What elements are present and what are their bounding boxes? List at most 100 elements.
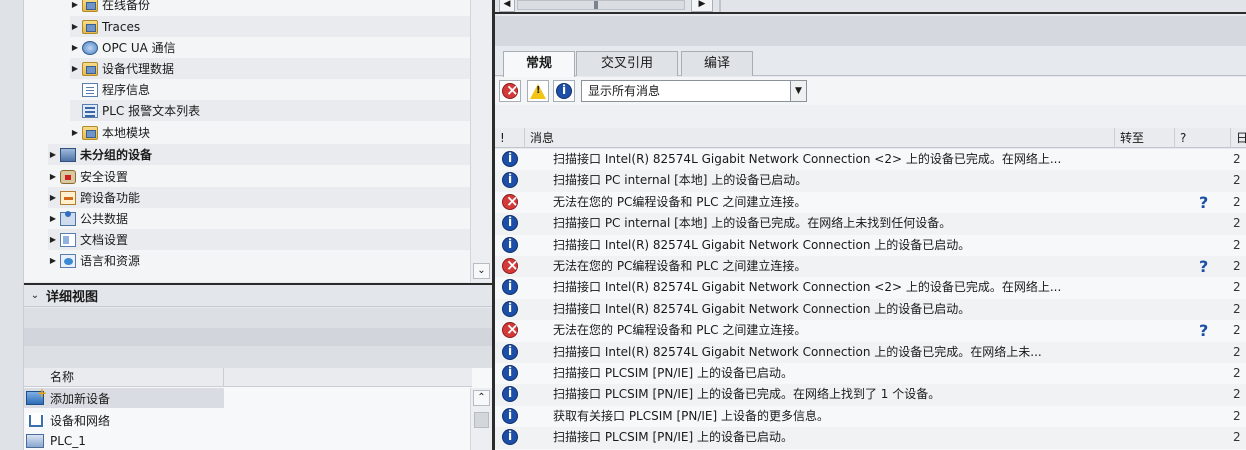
folder-icon <box>82 19 98 34</box>
scroll-up-button[interactable]: ⌃ <box>473 390 490 406</box>
message-date: 2 <box>1233 344 1241 359</box>
column-header-name[interactable]: 名称 <box>24 368 224 387</box>
detail-item-devices-networks[interactable]: 设备和网络 <box>24 410 472 430</box>
expand-arrow-icon[interactable]: ▶ <box>48 214 58 223</box>
detail-scrollbar[interactable]: ⌃ <box>470 388 492 450</box>
message-row[interactable]: 扫描接口 Intel(R) 82574L Gigabit Network Con… <box>495 235 1246 256</box>
message-date: 2 <box>1233 280 1241 295</box>
message-row[interactable]: 扫描接口 PC internal [本地] 上的设备已完成。在网络上未找到任何设… <box>495 213 1246 235</box>
column-header-help[interactable]: ? <box>1175 128 1231 148</box>
tree-item-online-backup[interactable]: ▶ 在线备份 <box>70 0 492 15</box>
horizontal-scrollbar[interactable] <box>517 0 685 10</box>
message-date: 2 <box>1233 430 1241 445</box>
detail-view-header[interactable]: ⌄ 详细视图 <box>24 283 492 307</box>
tree-item-common-data[interactable]: ▶ 公共数据 <box>48 208 472 229</box>
message-row[interactable]: 扫描接口 Intel(R) 82574L Gigabit Network Con… <box>495 277 1246 298</box>
tree-item-local-modules[interactable]: ▶ 本地模块 <box>70 122 492 143</box>
message-row[interactable]: 扫描接口 Intel(R) 82574L Gigabit Network Con… <box>495 298 1246 321</box>
right-top-scroll-strip: ◀ ▶ <box>495 0 1246 14</box>
message-filter-select[interactable]: 显示所有消息 ▼ <box>581 80 807 102</box>
message-text: 扫描接口 PLCSIM [PN/IE] 上的设备已启动。 <box>553 430 793 445</box>
tree-item-opc-ua[interactable]: ▶ OPC UA 通信 <box>70 37 492 58</box>
message-row[interactable]: 扫描接口 PLCSIM [PN/IE] 上的设备已启动。 2 <box>495 427 1246 449</box>
help-link[interactable]: ? <box>1199 192 1208 213</box>
message-text: 扫描接口 Intel(R) 82574L Gigabit Network Con… <box>553 301 971 316</box>
tab-cross-references[interactable]: 交叉引用 <box>576 51 678 76</box>
tree-item-label: 未分组的设备 <box>80 148 153 162</box>
inspector-header-band <box>495 16 1246 46</box>
message-row[interactable]: 扫描接口 Intel(R) 82574L Gigabit Network Con… <box>495 149 1246 170</box>
message-row[interactable]: 获取有关接口 PLCSIM [PN/IE] 上设备的更多信息。 2 <box>495 406 1246 427</box>
filter-info-button[interactable] <box>553 80 575 102</box>
scroll-left-button[interactable]: ◀ <box>499 0 515 12</box>
message-row[interactable]: 无法在您的 PC编程设备和 PLC 之间建立连接。? 2 <box>495 256 1246 278</box>
tab-general[interactable]: 常规 <box>503 51 575 77</box>
detail-item-label: 添加新设备 <box>50 391 111 406</box>
scroll-down-button[interactable]: ⌄ <box>473 263 490 279</box>
tree-item-traces[interactable]: ▶ Traces <box>70 16 492 37</box>
tab-compile[interactable]: 编译 <box>681 51 753 76</box>
info-icon <box>502 172 518 189</box>
message-filter-toolbar: ! 显示所有消息 ▼ <box>495 77 1246 105</box>
expand-arrow-icon[interactable]: ▶ <box>48 256 58 265</box>
message-date: 2 <box>1233 366 1241 380</box>
detail-item-add-new-device[interactable]: 添加新设备 <box>24 386 224 408</box>
expand-arrow-icon[interactable]: ▶ <box>48 235 58 244</box>
message-text: 无法在您的 PC编程设备和 PLC 之间建立连接。 <box>553 259 807 273</box>
filter-warnings-button[interactable]: ! <box>527 80 549 102</box>
document-settings-icon <box>60 232 76 247</box>
info-icon <box>502 300 518 317</box>
column-header-index[interactable]: ! <box>495 128 525 148</box>
error-icon <box>502 320 519 339</box>
folder-icon <box>82 0 98 12</box>
message-row[interactable]: 扫描接口 PLCSIM [PN/IE] 上的设备已启动。 2 <box>495 363 1246 384</box>
detail-item-plc-1[interactable]: PLC_1 <box>24 431 472 450</box>
message-text: 扫描接口 Intel(R) 82574L Gigabit Network Con… <box>553 152 1062 166</box>
message-date: 2 <box>1233 408 1241 423</box>
expand-arrow-icon[interactable]: ▶ <box>70 64 80 73</box>
info-icon <box>502 236 518 253</box>
message-text: 无法在您的 PC编程设备和 PLC 之间建立连接。 <box>553 323 807 338</box>
column-header-goto[interactable]: 转至 <box>1115 128 1175 148</box>
tree-scrollbar[interactable]: ⌄ <box>470 0 492 282</box>
expand-arrow-icon[interactable]: ▶ <box>70 22 80 31</box>
message-row[interactable]: 扫描接口 PC internal [本地] 上的设备已启动。 2 <box>495 170 1246 192</box>
ungrouped-devices-icon <box>60 147 76 162</box>
column-header-message[interactable]: 消息 <box>525 128 1115 148</box>
tree-item-document-settings[interactable]: ▶ 文档设置 <box>48 229 472 250</box>
tree-item-ungrouped-devices[interactable]: ▶ 未分组的设备 <box>48 144 472 165</box>
expand-arrow-icon[interactable]: ▶ <box>48 172 58 181</box>
expand-arrow-icon[interactable]: ▶ <box>70 128 80 137</box>
tree-item-security-settings[interactable]: ▶ 安全设置 <box>48 166 472 187</box>
error-icon <box>502 256 519 274</box>
tree-item-plc-alarm-text-list[interactable]: PLC 报警文本列表 <box>70 100 492 121</box>
message-row[interactable]: 无法在您的 PC编程设备和 PLC 之间建立连接。? 2 <box>495 320 1246 341</box>
tree-item-device-proxy-data[interactable]: ▶ 设备代理数据 <box>70 58 492 79</box>
expand-arrow-icon[interactable]: ▶ <box>48 193 58 202</box>
dropdown-arrow-icon[interactable]: ▼ <box>790 81 806 101</box>
scroll-right-button[interactable]: ▶ <box>691 0 713 12</box>
collapse-chevron-icon[interactable]: ⌄ <box>24 290 46 301</box>
tree-item-cross-device-functions[interactable]: ▶ 跨设备功能 <box>48 187 472 208</box>
help-link[interactable]: ? <box>1199 320 1208 341</box>
tree-item-label: 本地模块 <box>102 126 151 140</box>
expand-arrow-icon[interactable]: ▶ <box>70 43 80 52</box>
message-date: 2 <box>1233 237 1241 252</box>
detail-view-bar <box>24 328 492 346</box>
message-row[interactable]: 无法在您的 PC编程设备和 PLC 之间建立连接。? 2 <box>495 192 1246 213</box>
tree-item-languages-resources[interactable]: ▶ 语言和资源 <box>48 250 472 271</box>
message-row[interactable]: 扫描接口 PLCSIM [PN/IE] 上的设备已完成。在网络上找到了 1 个设… <box>495 384 1246 406</box>
message-text: 无法在您的 PC编程设备和 PLC 之间建立连接。 <box>553 194 807 209</box>
help-link[interactable]: ? <box>1199 256 1208 277</box>
tree-item-label: 设备代理数据 <box>102 62 175 76</box>
column-header-date[interactable]: 日 <box>1231 128 1246 148</box>
info-icon <box>502 215 518 232</box>
tree-item-program-info[interactable]: 程序信息 <box>70 79 492 100</box>
scroll-thumb[interactable] <box>474 412 489 428</box>
tree-item-label: OPC UA 通信 <box>102 41 176 55</box>
message-table-body: 扫描接口 Intel(R) 82574L Gigabit Network Con… <box>495 149 1246 450</box>
message-row[interactable]: 扫描接口 Intel(R) 82574L Gigabit Network Con… <box>495 341 1246 363</box>
expand-arrow-icon[interactable]: ▶ <box>70 0 80 9</box>
expand-arrow-icon[interactable]: ▶ <box>48 150 58 159</box>
filter-errors-button[interactable] <box>499 80 521 102</box>
